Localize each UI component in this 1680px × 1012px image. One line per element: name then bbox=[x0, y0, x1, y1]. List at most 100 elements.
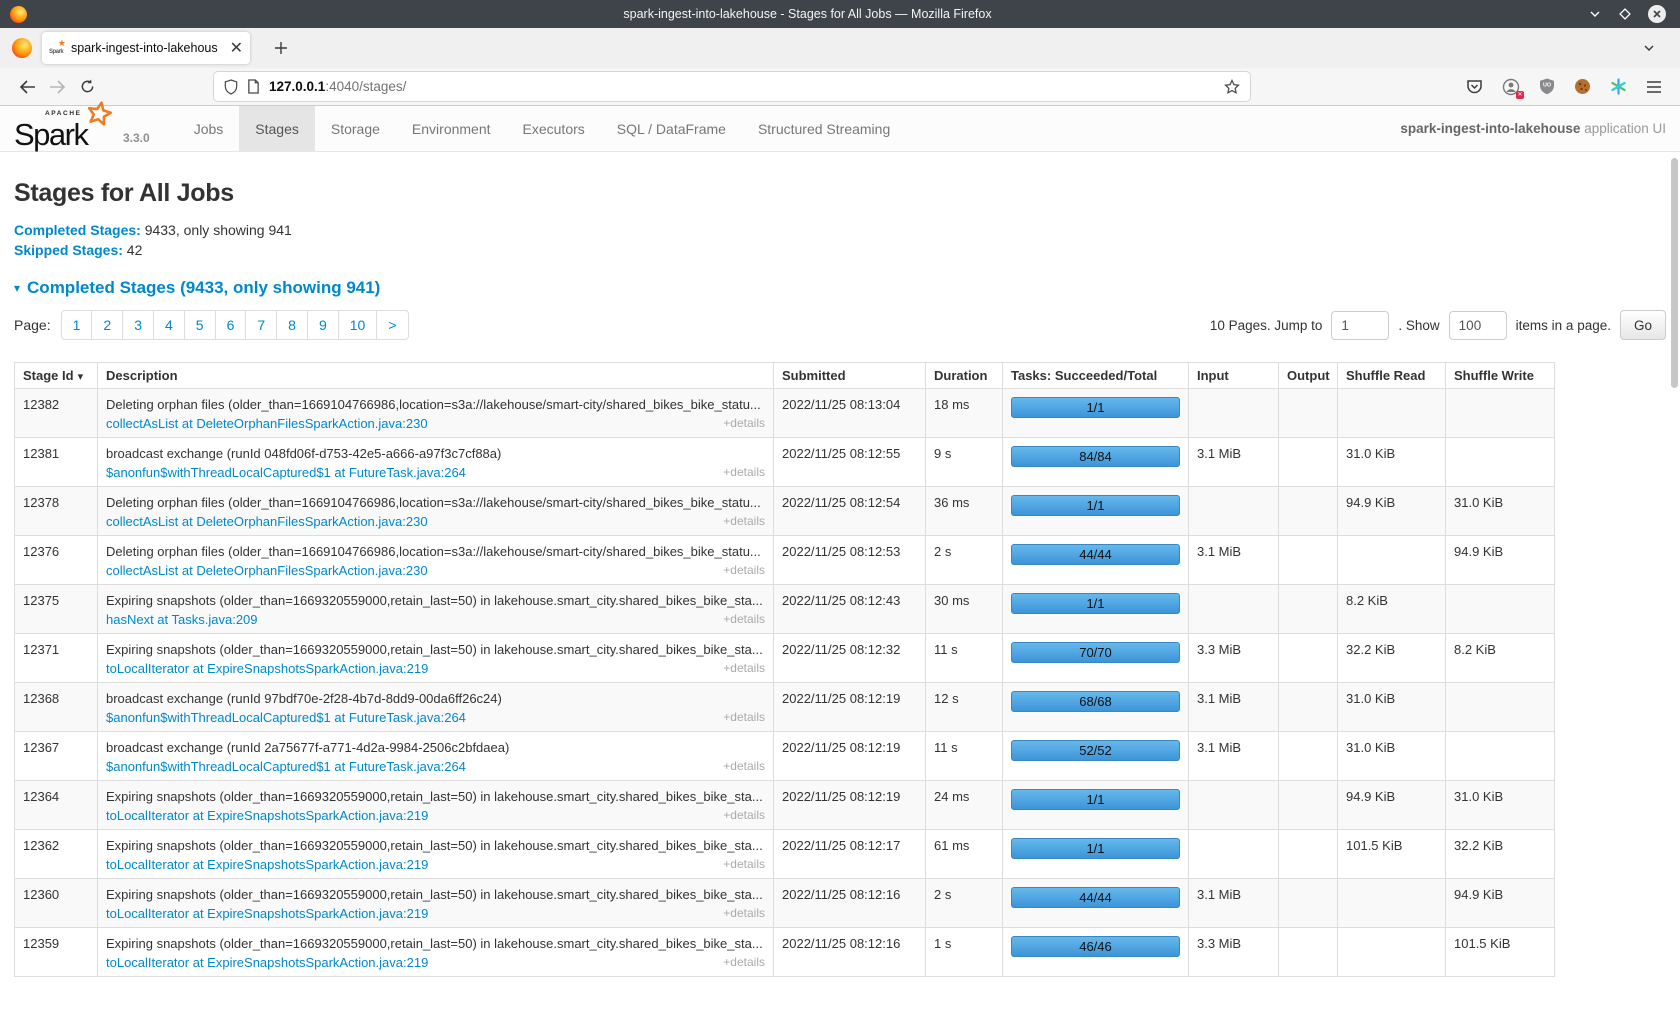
header-output[interactable]: Output bbox=[1279, 363, 1338, 389]
items-per-page-input[interactable] bbox=[1449, 311, 1507, 340]
details-toggle[interactable]: +details bbox=[723, 806, 765, 825]
next-page-button[interactable]: > bbox=[377, 310, 408, 340]
tasks-cell: 46/46 bbox=[1003, 928, 1189, 977]
page-button-2[interactable]: 2 bbox=[92, 310, 123, 340]
page-button-4[interactable]: 4 bbox=[154, 310, 185, 340]
completed-stages-section-toggle[interactable]: ▾ Completed Stages (9433, only showing 9… bbox=[14, 278, 380, 298]
details-toggle[interactable]: +details bbox=[723, 463, 765, 482]
shuffle-write-cell bbox=[1446, 389, 1555, 438]
menu-hamburger-icon[interactable] bbox=[1646, 80, 1662, 94]
page-button-5[interactable]: 5 bbox=[185, 310, 216, 340]
application-name: spark-ingest-into-lakehouse application … bbox=[1400, 121, 1680, 136]
window-maximize-button[interactable] bbox=[1618, 7, 1632, 21]
nav-item-stages[interactable]: Stages bbox=[239, 106, 315, 151]
nav-item-executors[interactable]: Executors bbox=[507, 106, 601, 151]
page-button-1[interactable]: 1 bbox=[61, 310, 93, 340]
details-toggle[interactable]: +details bbox=[723, 953, 765, 972]
details-toggle[interactable]: +details bbox=[723, 904, 765, 923]
nav-item-environment[interactable]: Environment bbox=[396, 106, 507, 151]
submitted-cell: 2022/11/25 08:12:16 bbox=[774, 879, 926, 928]
shuffle-write-cell: 32.2 KiB bbox=[1446, 830, 1555, 879]
details-toggle[interactable]: +details bbox=[723, 855, 765, 874]
shuffle-read-cell bbox=[1338, 928, 1446, 977]
description-cell: broadcast exchange (runId 2a75677f-a771-… bbox=[98, 732, 774, 781]
nav-item-jobs[interactable]: Jobs bbox=[178, 106, 240, 151]
stage-callsite-link[interactable]: toLocalIterator at ExpireSnapshotsSparkA… bbox=[106, 904, 428, 923]
page-button-9[interactable]: 9 bbox=[308, 310, 339, 340]
duration-cell: 12 s bbox=[926, 683, 1003, 732]
go-button[interactable]: Go bbox=[1620, 310, 1666, 340]
stage-callsite-link[interactable]: $anonfun$withThreadLocalCaptured$1 at Fu… bbox=[106, 463, 466, 482]
tasks-progress-bar: 46/46 bbox=[1011, 936, 1180, 957]
spark-logo[interactable]: APACHE Spark bbox=[14, 107, 116, 149]
details-toggle[interactable]: +details bbox=[723, 512, 765, 531]
ublock-icon[interactable]: UO bbox=[1539, 78, 1555, 95]
firefox-view-button[interactable] bbox=[12, 38, 32, 58]
header-duration[interactable]: Duration bbox=[926, 363, 1003, 389]
cookie-icon[interactable] bbox=[1574, 78, 1591, 95]
stage-callsite-link[interactable]: $anonfun$withThreadLocalCaptured$1 at Fu… bbox=[106, 708, 466, 727]
header-shuffle-write[interactable]: Shuffle Write bbox=[1446, 363, 1555, 389]
sync-asterisk-icon[interactable] bbox=[1610, 78, 1627, 95]
table-row: 12381 broadcast exchange (runId 048fd06f… bbox=[15, 438, 1555, 487]
header-tasks-succeeded-total[interactable]: Tasks: Succeeded/Total bbox=[1003, 363, 1189, 389]
shuffle-read-cell: 31.0 KiB bbox=[1338, 438, 1446, 487]
nav-item-storage[interactable]: Storage bbox=[315, 106, 396, 151]
header-input[interactable]: Input bbox=[1189, 363, 1279, 389]
details-toggle[interactable]: +details bbox=[723, 659, 765, 678]
new-tab-button[interactable] bbox=[266, 33, 296, 63]
tasks-progress-bar: 1/1 bbox=[1011, 397, 1180, 418]
stage-callsite-link[interactable]: hasNext at Tasks.java:209 bbox=[106, 610, 258, 629]
back-button[interactable] bbox=[12, 72, 42, 102]
header-description[interactable]: Description bbox=[98, 363, 774, 389]
shuffle-write-cell: 94.9 KiB bbox=[1446, 536, 1555, 585]
scrollbar-thumb[interactable] bbox=[1671, 158, 1678, 388]
page-button-10[interactable]: 10 bbox=[339, 310, 378, 340]
nav-item-structured-streaming[interactable]: Structured Streaming bbox=[742, 106, 906, 151]
tab-close-icon[interactable]: ✕ bbox=[230, 38, 243, 58]
details-toggle[interactable]: +details bbox=[723, 610, 765, 629]
stage-callsite-link[interactable]: collectAsList at DeleteOrphanFilesSparkA… bbox=[106, 512, 428, 531]
url-bar[interactable]: 127.0.0.1:4040/stages/ bbox=[214, 72, 1250, 101]
page-info-icon[interactable] bbox=[247, 79, 260, 94]
window-close-button[interactable] bbox=[1648, 5, 1666, 23]
header-submitted[interactable]: Submitted bbox=[774, 363, 926, 389]
extension-account-icon[interactable]: ✕ bbox=[1502, 78, 1520, 96]
stage-callsite-link[interactable]: toLocalIterator at ExpireSnapshotsSparkA… bbox=[106, 953, 428, 972]
pocket-icon[interactable] bbox=[1466, 79, 1483, 95]
output-cell bbox=[1279, 487, 1338, 536]
stage-callsite-link[interactable]: toLocalIterator at ExpireSnapshotsSparkA… bbox=[106, 659, 428, 678]
shuffle-write-cell bbox=[1446, 732, 1555, 781]
stage-callsite-link[interactable]: collectAsList at DeleteOrphanFilesSparkA… bbox=[106, 561, 428, 580]
shield-icon[interactable] bbox=[224, 79, 238, 95]
reload-button[interactable] bbox=[72, 72, 102, 102]
stage-callsite-link[interactable]: collectAsList at DeleteOrphanFilesSparkA… bbox=[106, 414, 428, 433]
bookmark-star-icon[interactable] bbox=[1224, 79, 1240, 95]
forward-button[interactable] bbox=[42, 72, 72, 102]
details-toggle[interactable]: +details bbox=[723, 708, 765, 727]
stages-table: Stage Id▾DescriptionSubmittedDurationTas… bbox=[14, 362, 1555, 977]
details-toggle[interactable]: +details bbox=[723, 414, 765, 433]
stage-callsite-link[interactable]: $anonfun$withThreadLocalCaptured$1 at Fu… bbox=[106, 757, 466, 776]
page-button-7[interactable]: 7 bbox=[246, 310, 277, 340]
jump-to-page-input[interactable] bbox=[1331, 311, 1389, 340]
header-stage-id[interactable]: Stage Id▾ bbox=[15, 363, 98, 389]
all-tabs-chevron-icon[interactable] bbox=[1634, 33, 1664, 63]
details-toggle[interactable]: +details bbox=[723, 561, 765, 580]
stage-description: broadcast exchange (runId 97bdf70e-2f28-… bbox=[106, 689, 765, 708]
page-button-3[interactable]: 3 bbox=[123, 310, 154, 340]
nav-item-sql-dataframe[interactable]: SQL / DataFrame bbox=[601, 106, 742, 151]
stage-callsite-link[interactable]: toLocalIterator at ExpireSnapshotsSparkA… bbox=[106, 855, 428, 874]
tasks-cell: 1/1 bbox=[1003, 781, 1189, 830]
tasks-progress-bar: 44/44 bbox=[1011, 887, 1180, 908]
page-button-6[interactable]: 6 bbox=[216, 310, 247, 340]
spark-navbar: APACHE Spark 3.3.0 JobsStagesStorageEnvi… bbox=[0, 106, 1680, 152]
page-button-8[interactable]: 8 bbox=[277, 310, 308, 340]
shuffle-write-cell: 31.0 KiB bbox=[1446, 781, 1555, 830]
browser-tab[interactable]: Spark ★ spark-ingest-into-lakehous ✕ bbox=[42, 32, 250, 64]
details-toggle[interactable]: +details bbox=[723, 757, 765, 776]
stage-callsite-link[interactable]: toLocalIterator at ExpireSnapshotsSparkA… bbox=[106, 806, 428, 825]
window-minimize-button[interactable] bbox=[1588, 7, 1602, 21]
tasks-progress-bar: 84/84 bbox=[1011, 446, 1180, 467]
header-shuffle-read[interactable]: Shuffle Read bbox=[1338, 363, 1446, 389]
